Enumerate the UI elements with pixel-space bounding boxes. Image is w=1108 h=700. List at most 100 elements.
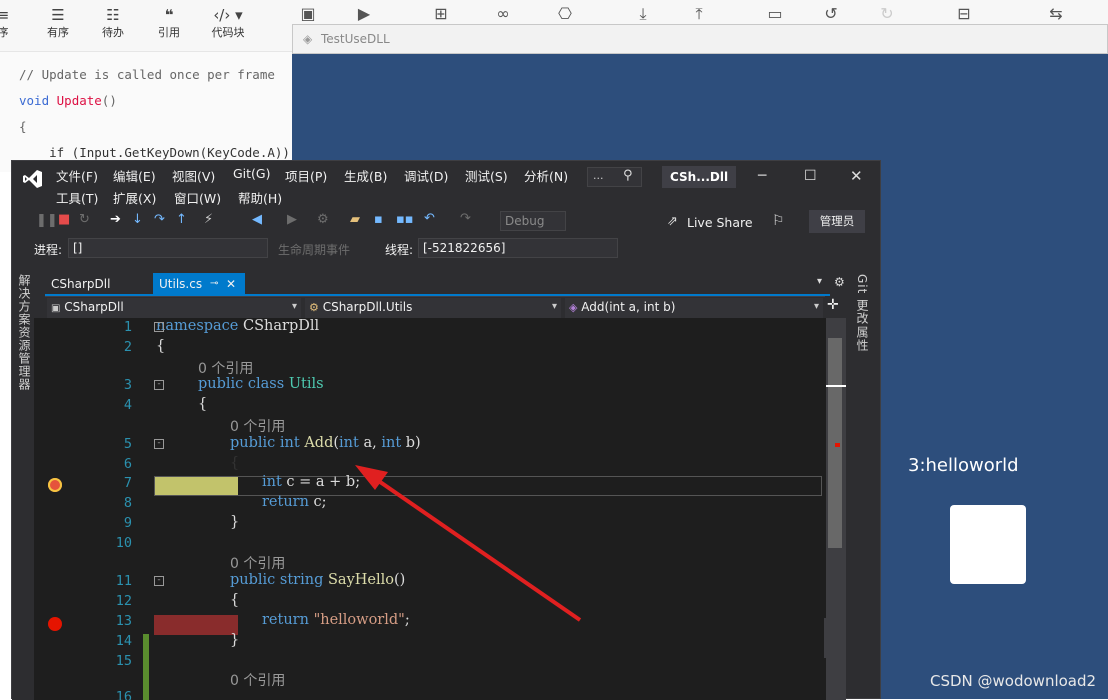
configuration-dropdown[interactable]: Debug <box>500 211 566 231</box>
vertical-scrollbar[interactable] <box>826 318 846 700</box>
search-placeholder: ... <box>593 169 604 182</box>
md-code-line: void Update() <box>19 93 117 108</box>
save-icon[interactable]: ▭ <box>763 4 787 23</box>
live-share-button[interactable]: Live Share <box>687 215 753 230</box>
line-number: 15 <box>115 653 132 669</box>
markdown-editor-pane[interactable]: // Update is called once per frame void … <box>0 52 292 172</box>
menu-window[interactable]: 窗口(W) <box>174 188 221 207</box>
chevron-down-icon: ▾ <box>291 301 297 312</box>
codelens-references[interactable]: 0 个引用 <box>198 358 253 378</box>
tab-project[interactable]: CSharpDll <box>45 273 155 295</box>
thread-value: [-521822656] <box>423 241 506 255</box>
feedback-icon[interactable]: ⚐ <box>772 213 785 229</box>
step-over-icon[interactable]: ↷ <box>154 212 165 227</box>
nav-member-dropdown[interactable]: ◈ Add(int a, int b) ▾ <box>565 298 823 318</box>
step-out-icon[interactable]: ↑ <box>176 212 187 227</box>
solution-explorer-tab[interactable]: 解决方案资源管理器 <box>16 274 33 391</box>
menu-extensions[interactable]: 扩展(X) <box>113 188 156 207</box>
close-icon[interactable]: ✕ <box>850 167 863 185</box>
menu-debug[interactable]: 调试(D) <box>404 166 448 185</box>
tab-list-chevron-down-icon[interactable]: ▾ <box>817 276 822 287</box>
split-window-icon[interactable]: ✛ <box>827 297 839 313</box>
code-line: { <box>156 338 166 354</box>
menu-view[interactable]: 视图(V) <box>172 166 215 185</box>
breakpoint-icon[interactable] <box>48 617 62 631</box>
tab-utils-cs[interactable]: Utils.cs ⊸ ✕ <box>153 273 245 295</box>
link-icon[interactable]: ∞ <box>491 4 515 23</box>
stop-icon[interactable]: ■ <box>58 212 70 227</box>
undo-icon[interactable]: ↺ <box>819 4 843 23</box>
menu-git[interactable]: Git(G) <box>233 166 271 181</box>
lifecycle-events-label[interactable]: 生命周期事件 <box>278 241 350 258</box>
git-changes-tab[interactable]: Git 更改 <box>854 274 871 325</box>
menu-edit[interactable]: 编辑(E) <box>113 166 156 185</box>
redo-icon[interactable]: ↻ <box>875 4 899 23</box>
thread-dropdown[interactable]: [-521822656] <box>418 238 618 258</box>
unity-window-titlebar: ◈ TestUseDLL <box>292 24 1108 54</box>
image-icon[interactable]: ▣ <box>296 4 320 23</box>
breakpoint-current-icon[interactable] <box>48 478 62 492</box>
hot-reload-icon[interactable]: ⚡ <box>204 212 213 227</box>
maximize-icon[interactable]: ☐ <box>804 168 817 184</box>
menu-analyze[interactable]: 分析(N) <box>524 166 568 185</box>
nav-project-label: CSharpDll <box>64 300 124 314</box>
save-all-icon[interactable]: ▪▪ <box>396 212 414 227</box>
line-number: 2 <box>123 339 132 355</box>
quote-icon: ❝ <box>164 6 174 24</box>
open-folder-icon[interactable]: ▰ <box>350 212 360 227</box>
process-dropdown[interactable]: [] <box>68 238 268 258</box>
undo-icon[interactable]: ↶ <box>424 211 435 226</box>
properties-tab[interactable]: 属性 <box>854 326 871 352</box>
toolbar-item-todo[interactable]: ☷ 待办 <box>88 4 138 40</box>
collapse-icon[interactable]: - <box>154 576 164 586</box>
show-next-statement-icon[interactable]: ➔ <box>110 212 121 227</box>
navigate-back-icon[interactable]: ◀ <box>252 212 262 227</box>
table-icon[interactable]: ⊞ <box>429 4 453 23</box>
search-icon: ⚲ <box>623 168 633 183</box>
restart-icon[interactable]: ↻ <box>79 212 90 227</box>
line-number: 14 <box>115 633 132 649</box>
toolbar-item-ordered-list[interactable]: ☰ 有序 <box>33 4 83 40</box>
redo-icon[interactable]: ↷ <box>460 211 471 226</box>
code-line: public class Utils <box>198 376 324 392</box>
change-marker <box>143 634 149 700</box>
layout-icon[interactable]: ⊟ <box>952 4 976 23</box>
tab-close-icon[interactable]: ✕ <box>226 273 236 295</box>
codelens-references[interactable]: 0 个引用 <box>230 553 285 573</box>
solution-title: CSh...Dll <box>662 166 737 188</box>
watermark: CSDN @wodownload2 <box>930 672 1097 690</box>
live-share-icon: ⇗ <box>667 214 678 229</box>
search-box[interactable]: ... ⚲ <box>587 167 642 187</box>
pause-icon[interactable]: ❚❚ <box>36 213 58 228</box>
toolbar-item-quote[interactable]: ❝ 引用 <box>144 4 194 40</box>
upload-icon[interactable]: ⤒ <box>687 4 711 24</box>
toolbar-item-code-block[interactable]: ‹/› ▾ 代码块 <box>203 4 253 40</box>
pin-icon[interactable]: ⊸ <box>210 273 218 295</box>
nav-class-dropdown[interactable]: ⚙ CSharpDll.Utils ▾ <box>305 298 561 318</box>
minimize-icon[interactable]: ─ <box>758 168 766 184</box>
menu-project[interactable]: 项目(P) <box>285 166 327 185</box>
navigate-forward-icon[interactable]: ▶ <box>287 212 297 227</box>
sync-scroll-icon[interactable]: ⇆ <box>1044 4 1068 23</box>
tab-settings-gear-icon[interactable]: ⚙ <box>834 275 845 289</box>
video-icon[interactable]: ▶ <box>352 4 376 23</box>
collapse-icon[interactable]: - <box>154 439 164 449</box>
class-icon: ⚙ <box>309 301 319 314</box>
menu-help[interactable]: 帮助(H) <box>238 188 282 207</box>
settings-icon[interactable]: ⚙ <box>317 212 329 227</box>
collapse-icon[interactable]: - <box>154 380 164 390</box>
save-icon[interactable]: ▪ <box>374 212 383 227</box>
nav-project-dropdown[interactable]: ▣ CSharpDll ▾ <box>47 298 301 318</box>
line-number: 8 <box>123 495 132 511</box>
stamp-icon[interactable]: ⎔ <box>553 4 577 23</box>
menu-build[interactable]: 生成(B) <box>344 166 387 185</box>
step-into-icon[interactable]: ↓ <box>132 212 143 227</box>
collapse-icon[interactable]: - <box>154 322 164 332</box>
toolbar-item-ordered[interactable]: ≡ 序 <box>0 4 28 40</box>
download-icon[interactable]: ⤓ <box>631 4 655 24</box>
menu-test[interactable]: 测试(S) <box>465 166 508 185</box>
menu-tools[interactable]: 工具(T) <box>56 188 98 207</box>
codelens-references[interactable]: 0 个引用 <box>230 670 285 690</box>
codelens-references[interactable]: 0 个引用 <box>230 416 285 436</box>
menu-file[interactable]: 文件(F) <box>56 166 98 185</box>
